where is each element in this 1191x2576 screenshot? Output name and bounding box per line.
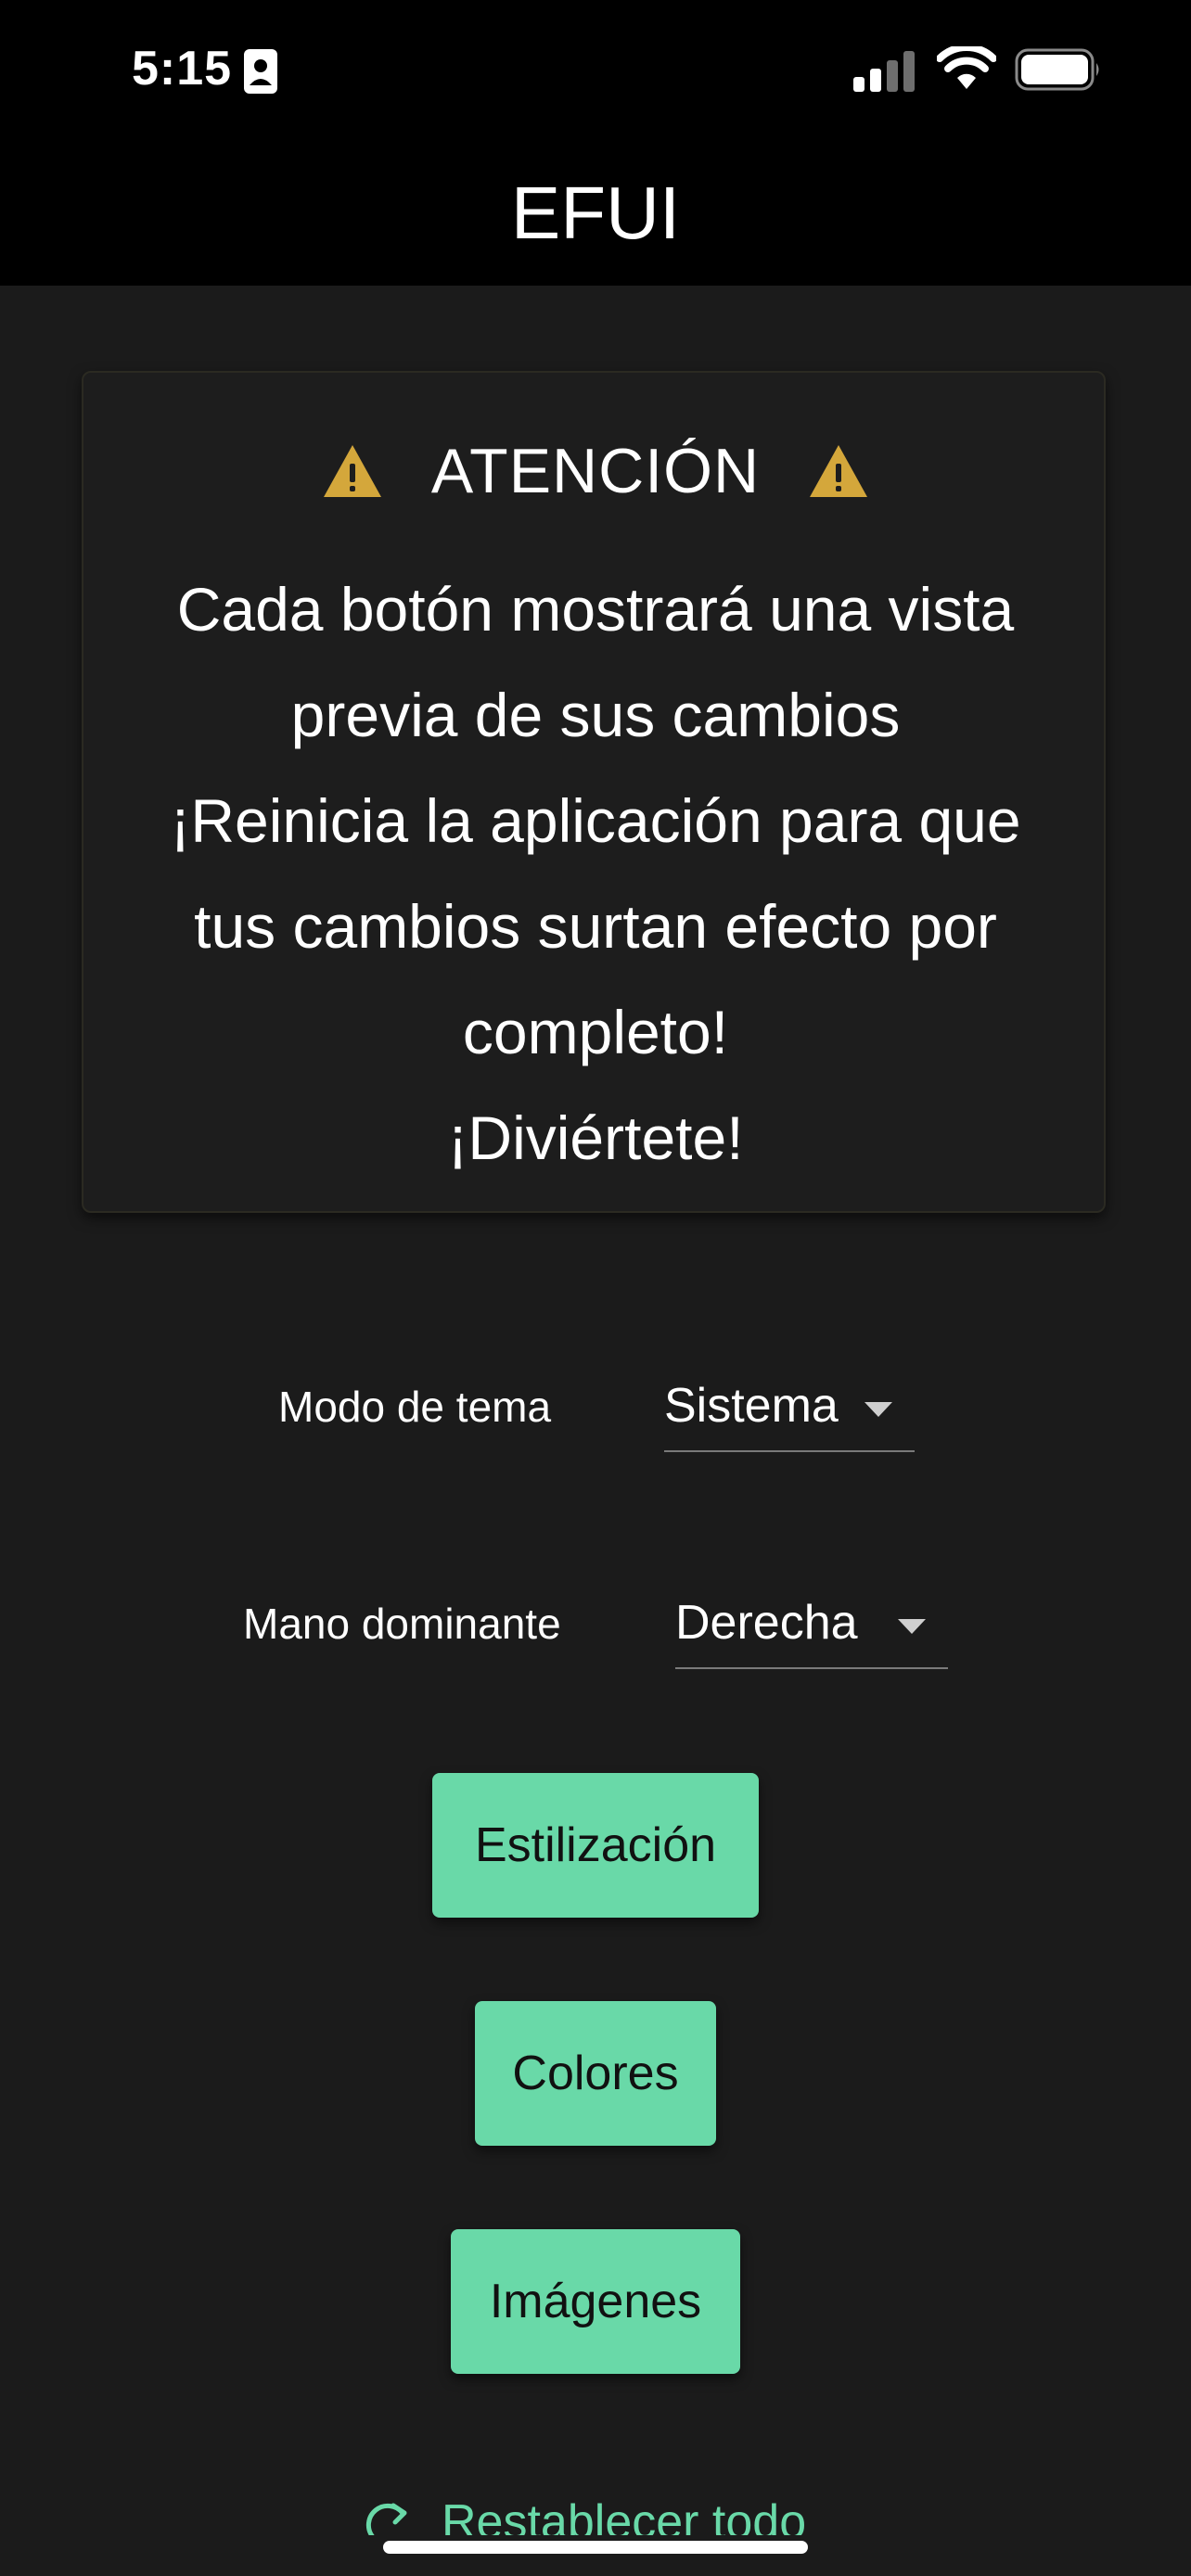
warning-line: previa de sus cambios [290,681,901,749]
app-title: EFUI [510,172,681,254]
reset-all-label: Restablecer todo [442,2495,807,2535]
warning-title: ATENCIÓN [430,436,761,506]
warning-line: tus cambios surtan efecto por [194,892,997,961]
warning-line: Cada botón mostrará una vista [176,575,1015,644]
warning-line: ¡Diviértete! [447,1103,744,1172]
theme-mode-dropdown[interactable]: Sistema [664,1378,915,1452]
battery-icon [1015,48,1099,91]
chevron-down-icon [898,1619,926,1634]
chevron-down-icon [864,1402,892,1417]
warning-card: ATENCIÓN Cada botón mostrará una vista p… [82,371,1106,1213]
warning-icon [810,445,868,497]
colors-button[interactable]: Colores [475,2001,716,2146]
warning-icon [323,445,381,497]
dominant-hand-dropdown[interactable]: Derecha [675,1595,948,1669]
warning-line: completo! [462,998,729,1066]
warning-line: ¡Reinicia la aplicación para que [170,786,1021,855]
styling-button[interactable]: Estilización [432,1773,759,1918]
reset-all-button[interactable]: Restablecer todo [365,2494,806,2535]
top-bar: 5:15 EFUI [0,0,1191,286]
wifi-icon [937,46,996,89]
warning-heading: ATENCIÓN [83,427,1108,516]
dominant-hand-value: Derecha [675,1596,858,1650]
cellular-signal-icon [853,51,915,92]
redo-arrow-icon [365,2503,407,2535]
home-indicator[interactable] [383,2541,808,2554]
status-time: 5:15 [132,42,233,96]
theme-mode-label: Modo de tema [278,1383,552,1431]
warning-message: Cada botón mostrará una vista previa de … [111,556,1080,1191]
theme-mode-value: Sistema [664,1379,839,1433]
dominant-hand-label: Mano dominante [243,1600,561,1648]
contact-card-icon [244,49,277,94]
images-button[interactable]: Imágenes [451,2229,740,2374]
